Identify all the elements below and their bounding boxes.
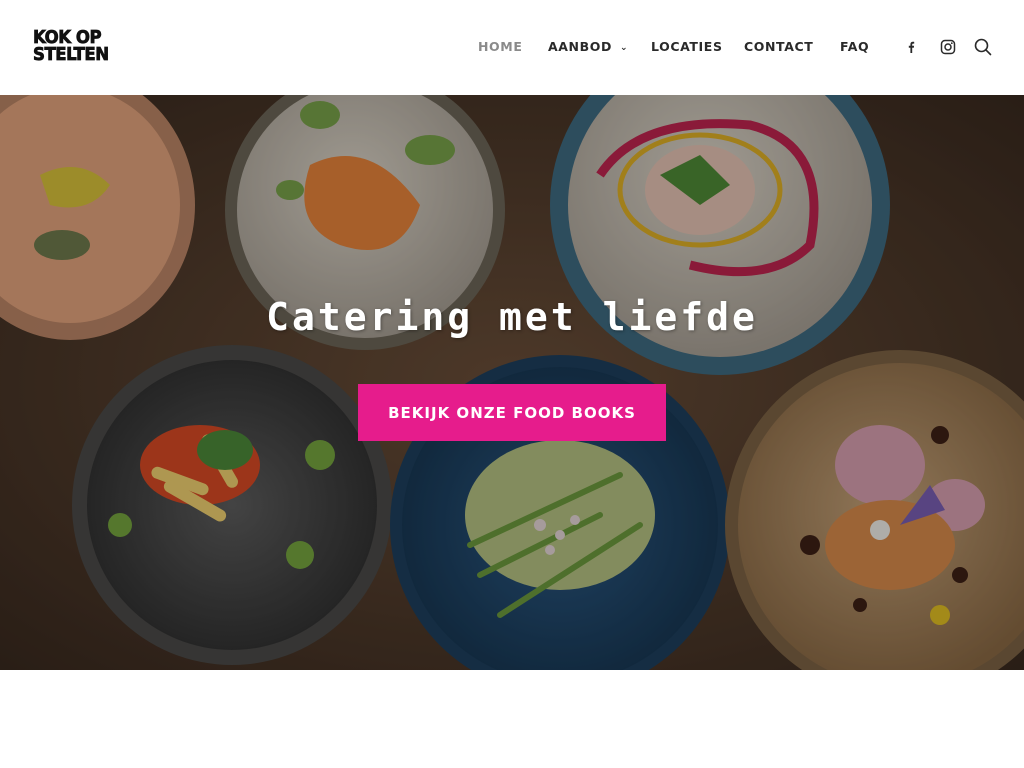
chevron-down-icon: ⌄ [619, 43, 629, 53]
hero-overlay [0, 95, 1024, 670]
nav-item-contact[interactable]: CONTACT [744, 38, 813, 56]
hero-section: Catering met liefde BEKIJK ONZE FOOD BOO… [0, 95, 1024, 670]
nav-item-faq[interactable]: FAQ [840, 38, 869, 56]
logo-line-2: STELTEN [33, 44, 110, 65]
nav-item-aanbod-label: AANBOD [548, 39, 612, 54]
nav-item-home[interactable]: HOME [478, 38, 522, 56]
facebook-icon[interactable] [899, 35, 923, 59]
nav-item-aanbod[interactable]: AANBOD ⌄ [548, 38, 628, 57]
hero-title: Catering met liefde [266, 295, 758, 339]
instagram-icon[interactable] [936, 35, 960, 59]
site-logo[interactable]: KOK OP STELTEN [33, 28, 121, 67]
site-header: KOK OP STELTEN HOME AANBOD ⌄ LOCATIES CON… [0, 0, 1024, 95]
nav-item-locaties[interactable]: LOCATIES [651, 38, 723, 56]
view-food-books-button[interactable]: BEKIJK ONZE FOOD BOOKS [358, 384, 666, 441]
search-icon[interactable] [971, 35, 995, 59]
